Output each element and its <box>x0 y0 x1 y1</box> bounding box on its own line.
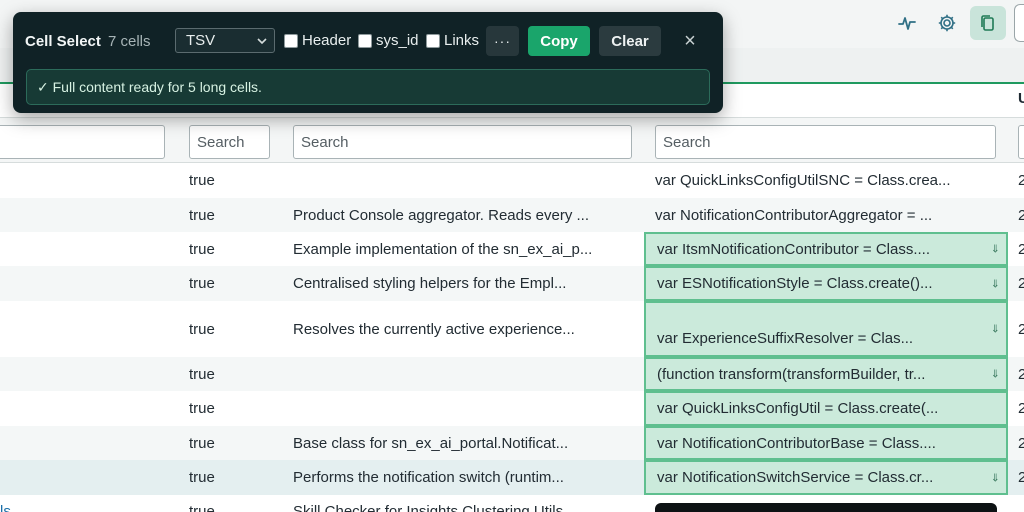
search-input-active[interactable] <box>189 125 270 159</box>
cell-active[interactable]: true <box>189 460 279 495</box>
cell-description[interactable]: Skill Checker for Insights Clustering Ut… <box>293 495 633 512</box>
header-checkbox-label: Header <box>302 32 352 49</box>
download-icon[interactable]: ⇓ <box>991 368 1000 381</box>
cell-script-text: var QuickLinksConfigUtilSNC = Class.crea… <box>655 172 951 189</box>
cell-script[interactable]: var NotificationContributorAggregator = … <box>655 198 995 232</box>
cell-select-popup: Cell Select 7 cells TSV Header sys_id Li… <box>13 12 723 113</box>
cell-active[interactable]: true <box>189 495 279 512</box>
cell-description[interactable]: Resolves the currently active experience… <box>293 301 633 357</box>
format-select-value: TSV <box>186 32 216 49</box>
cell-script[interactable]: var ESNotificationStyle = Class.create()… <box>644 266 1008 301</box>
profile-control-edge[interactable] <box>1014 4 1024 42</box>
selected-cell-count: 7 cells <box>108 33 151 50</box>
checkbox-box[interactable] <box>284 33 298 48</box>
status-message: ✓ Full content ready for 5 long cells. <box>26 69 710 105</box>
cell-description[interactable]: Base class for sn_ex_ai_portal.Notificat… <box>293 426 633 460</box>
search-input-description[interactable] <box>293 125 632 159</box>
cell-script-text: var ItsmNotificationContributor = Class.… <box>657 240 931 258</box>
sys-id-checkbox-label: sys_id <box>376 32 419 49</box>
search-input-partial[interactable] <box>1018 125 1024 159</box>
links-checkbox[interactable]: Links <box>426 32 479 49</box>
cell-next-column[interactable]: 2 <box>1018 232 1024 266</box>
cell-description[interactable] <box>293 357 633 391</box>
cell-script-text: var NotificationSwitchService = Class.cr… <box>657 469 934 486</box>
cell-script[interactable]: var ExperienceSuffixResolver = Clas... ⇓ <box>644 301 1008 357</box>
cell-active[interactable]: true <box>189 198 279 232</box>
search-input-name[interactable] <box>0 125 165 159</box>
checkbox-box[interactable] <box>426 33 440 48</box>
table-row[interactable]: true var QuickLinksConfigUtil = Class.cre… <box>0 391 1024 426</box>
cell-next-column[interactable]: 2 <box>1018 357 1024 391</box>
close-icon[interactable]: × <box>679 29 701 53</box>
row-link[interactable]: ls <box>0 495 30 512</box>
copy-icon[interactable] <box>970 6 1006 40</box>
cell-active[interactable]: true <box>189 232 279 266</box>
download-icon[interactable]: ⇓ <box>991 323 1000 336</box>
copy-button[interactable]: Copy <box>528 26 590 56</box>
cell-description[interactable]: Example implementation of the sn_ex_ai_p… <box>293 232 633 266</box>
cell-next-column[interactable]: 2 <box>1018 198 1024 232</box>
more-options-button[interactable]: ··· <box>486 26 519 56</box>
cell-active[interactable]: true <box>189 426 279 460</box>
cell-script-text: var NotificationContributorAggregator = … <box>655 206 933 224</box>
cell-script-text: var NotificationContributorBase = Class.… <box>657 434 936 452</box>
cell-active[interactable]: true <box>189 357 279 391</box>
cell-active[interactable]: true <box>189 266 279 301</box>
cell-script[interactable]: var ItsmNotificationContributor = Class.… <box>644 232 1008 266</box>
cell-description[interactable] <box>293 391 633 426</box>
download-icon[interactable]: ⇓ <box>991 471 1000 484</box>
cell-active[interactable]: true <box>189 163 279 198</box>
cell-next-column[interactable]: 2 <box>1018 163 1024 198</box>
search-input-script[interactable] <box>655 125 996 159</box>
links-checkbox-label: Links <box>444 32 480 49</box>
cell-next-column[interactable]: 2 <box>1018 460 1024 495</box>
gear-icon[interactable] <box>929 6 965 40</box>
cell-active[interactable]: true <box>189 301 279 357</box>
cell-script-text: var ExperienceSuffixResolver = Clas... <box>657 330 914 347</box>
cell-tooltip <box>655 503 997 512</box>
cell-next-column[interactable]: 2 <box>1018 301 1024 357</box>
cell-next-column[interactable]: 2 <box>1018 426 1024 460</box>
cell-script-text: var QuickLinksConfigUtil = Class.create(… <box>657 400 939 417</box>
column-search-row <box>0 117 1024 163</box>
cell-script[interactable]: var QuickLinksConfigUtilSNC = Class.crea… <box>655 163 995 198</box>
format-select[interactable]: TSV <box>175 28 275 53</box>
table-row[interactable]: true Resolves the currently active experi… <box>0 301 1024 357</box>
header-checkbox[interactable]: Header <box>284 32 351 49</box>
column-header-partial[interactable]: U <box>1018 90 1024 107</box>
table-row[interactable]: true (function transform(transformBuilder… <box>0 357 1024 391</box>
cell-description[interactable]: Centralised styling helpers for the Empl… <box>293 266 633 301</box>
table-row[interactable]: true Example implementation of the sn_ex_… <box>0 232 1024 266</box>
table-row[interactable]: true Base class for sn_ex_ai_portal.Notif… <box>0 426 1024 460</box>
cell-next-column[interactable]: 2 <box>1018 391 1024 426</box>
download-icon[interactable]: ⇓ <box>991 277 1000 290</box>
table-row[interactable]: true var QuickLinksConfigUtilSNC = Class.… <box>0 163 1024 198</box>
chevron-down-icon <box>257 38 267 45</box>
activity-icon[interactable] <box>889 6 925 40</box>
cell-description[interactable]: Product Console aggregator. Reads every … <box>293 198 633 232</box>
table-row[interactable]: true Performs the notification switch (ru… <box>0 460 1024 495</box>
cell-description[interactable]: Performs the notification switch (runtim… <box>293 460 633 495</box>
clear-button[interactable]: Clear <box>599 26 661 56</box>
table-row[interactable]: true Centralised styling helpers for the … <box>0 266 1024 301</box>
cell-script-text: var ESNotificationStyle = Class.create()… <box>657 275 933 292</box>
cell-script-text: (function transform(transformBuilder, tr… <box>657 365 926 383</box>
cell-active[interactable]: true <box>189 391 279 426</box>
cell-script[interactable]: var QuickLinksConfigUtil = Class.create(… <box>644 391 1008 426</box>
cell-script[interactable]: var NotificationSwitchService = Class.cr… <box>644 460 1008 495</box>
cell-script[interactable]: var NotificationContributorBase = Class.… <box>644 426 1008 460</box>
sys-id-checkbox[interactable]: sys_id <box>358 32 419 49</box>
cell-next-column[interactable]: 2 <box>1018 266 1024 301</box>
cell-description[interactable] <box>293 163 633 198</box>
checkbox-box[interactable] <box>358 33 372 48</box>
download-icon[interactable]: ⇓ <box>991 243 1000 256</box>
cell-script[interactable]: (function transform(transformBuilder, tr… <box>644 357 1008 391</box>
table-row[interactable]: true Product Console aggregator. Reads ev… <box>0 198 1024 232</box>
popup-title: Cell Select <box>25 33 101 50</box>
